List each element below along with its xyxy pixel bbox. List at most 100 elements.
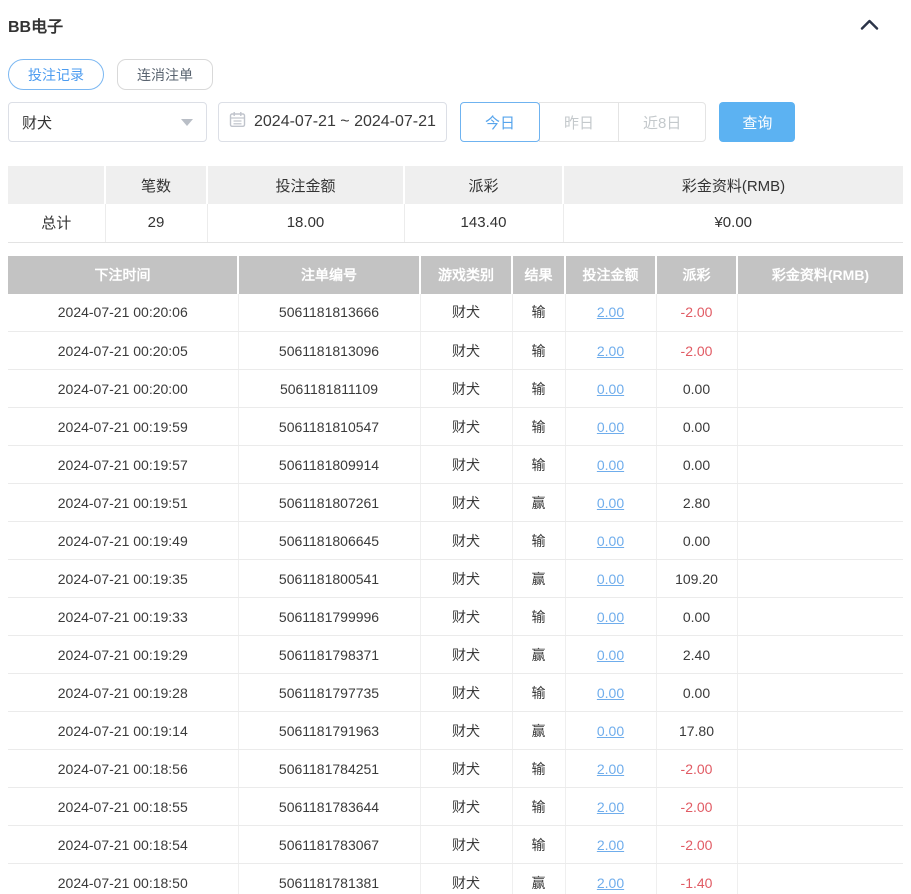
bet-amount-link[interactable]: 2.00 — [597, 799, 624, 815]
summary-total-count: 29 — [105, 204, 208, 243]
cell-result: 输 — [512, 369, 566, 408]
cell-bonus — [737, 863, 903, 894]
cell-game-type: 财犬 — [420, 749, 513, 788]
cell-payout: 0.00 — [656, 407, 738, 446]
bet-amount-link[interactable]: 0.00 — [597, 533, 624, 549]
cell-bet-time: 2024-07-21 00:20:00 — [8, 369, 239, 408]
cell-bet-time: 2024-07-21 00:19:49 — [8, 521, 239, 560]
summary-header-bet-amount: 投注金额 — [207, 166, 405, 204]
bet-amount-link[interactable]: 2.00 — [597, 304, 624, 320]
table-row: 2024-07-21 00:19:28 5061181797735 财犬 输 0… — [8, 673, 903, 712]
cell-game-type: 财犬 — [420, 597, 513, 636]
summary-total-bonus: ¥0.00 — [563, 204, 903, 243]
bet-amount-link[interactable]: 0.00 — [597, 419, 624, 435]
bet-amount-link[interactable]: 0.00 — [597, 381, 624, 397]
summary-header-blank — [8, 166, 106, 204]
quick-date-group: 今日 昨日 近8日 — [460, 102, 707, 142]
cell-game-type: 财犬 — [420, 293, 513, 332]
tab-void-orders[interactable]: 连消注单 — [117, 59, 213, 90]
bet-amount-link[interactable]: 0.00 — [597, 723, 624, 739]
cell-bonus — [737, 483, 903, 522]
cell-order-number: 5061181783067 — [238, 825, 421, 864]
game-select-value: 财犬 — [22, 114, 53, 132]
cell-bonus — [737, 635, 903, 674]
cell-bonus — [737, 445, 903, 484]
cell-payout: 2.40 — [656, 635, 738, 674]
cell-order-number: 5061181791963 — [238, 711, 421, 750]
table-row: 2024-07-21 00:20:06 5061181813666 财犬 输 2… — [8, 293, 903, 332]
filter-bar: 财犬 2024-07-21 ~ 2024-07-21 今日 昨日 近8日 查询 — [8, 102, 903, 142]
chevron-up-icon — [860, 18, 879, 33]
cell-result: 输 — [512, 749, 566, 788]
bet-amount-link[interactable]: 0.00 — [597, 647, 624, 663]
cell-bet-amount: 0.00 — [565, 521, 657, 560]
cell-bet-time: 2024-07-21 00:19:33 — [8, 597, 239, 636]
cell-payout: -2.00 — [656, 787, 738, 826]
bet-amount-link[interactable]: 2.00 — [597, 837, 624, 853]
bet-amount-link[interactable]: 2.00 — [597, 875, 624, 891]
quick-date-today-button[interactable]: 今日 — [460, 102, 541, 142]
cell-bet-time: 2024-07-21 00:19:28 — [8, 673, 239, 712]
cell-bonus — [737, 407, 903, 446]
summary-table: 笔数 投注金额 派彩 彩金资料(RMB) 总计 29 18.00 143.40 … — [8, 166, 903, 243]
game-select[interactable]: 财犬 — [8, 102, 207, 142]
cell-game-type: 财犬 — [420, 521, 513, 560]
cell-order-number: 5061181806645 — [238, 521, 421, 560]
table-row: 2024-07-21 00:19:14 5061181791963 财犬 赢 0… — [8, 711, 903, 750]
table-row: 2024-07-21 00:18:55 5061181783644 财犬 输 2… — [8, 787, 903, 826]
cell-bet-time: 2024-07-21 00:19:59 — [8, 407, 239, 446]
cell-bet-time: 2024-07-21 00:18:55 — [8, 787, 239, 826]
search-button[interactable]: 查询 — [719, 102, 796, 142]
collapse-button[interactable] — [858, 16, 881, 35]
bet-amount-link[interactable]: 2.00 — [597, 343, 624, 359]
bet-amount-link[interactable]: 0.00 — [597, 685, 624, 701]
header-bonus: 彩金资料(RMB) — [737, 255, 903, 294]
tab-bar: 投注记录 连消注单 — [8, 59, 903, 90]
cell-bet-amount: 0.00 — [565, 711, 657, 750]
date-range-input[interactable]: 2024-07-21 ~ 2024-07-21 — [218, 102, 447, 142]
cell-game-type: 财犬 — [420, 635, 513, 674]
cell-game-type: 财犬 — [420, 711, 513, 750]
cell-order-number: 5061181784251 — [238, 749, 421, 788]
quick-date-yesterday-button[interactable]: 昨日 — [539, 102, 620, 142]
cell-payout: -2.00 — [656, 331, 738, 370]
cell-bet-amount: 0.00 — [565, 369, 657, 408]
cell-order-number: 5061181811109 — [238, 369, 421, 408]
cell-bet-time: 2024-07-21 00:19:29 — [8, 635, 239, 674]
table-row: 2024-07-21 00:20:00 5061181811109 财犬 输 0… — [8, 369, 903, 408]
cell-bet-time: 2024-07-21 00:20:06 — [8, 293, 239, 332]
cell-game-type: 财犬 — [420, 369, 513, 408]
cell-result: 输 — [512, 521, 566, 560]
bet-amount-link[interactable]: 2.00 — [597, 761, 624, 777]
cell-result: 输 — [512, 445, 566, 484]
bet-amount-link[interactable]: 0.00 — [597, 571, 624, 587]
cell-payout: 0.00 — [656, 369, 738, 408]
cell-bet-time: 2024-07-21 00:19:14 — [8, 711, 239, 750]
bet-table: 下注时间 注单编号 游戏类别 结果 投注金额 派彩 彩金资料(RMB) 2024… — [8, 255, 903, 894]
cell-order-number: 5061181781381 — [238, 863, 421, 894]
bet-amount-link[interactable]: 0.00 — [597, 609, 624, 625]
cell-payout: -2.00 — [656, 293, 738, 332]
cell-bet-amount: 2.00 — [565, 825, 657, 864]
calendar-icon — [229, 111, 246, 133]
cell-bet-amount: 0.00 — [565, 445, 657, 484]
cell-result: 输 — [512, 293, 566, 332]
cell-result: 输 — [512, 407, 566, 446]
tab-bet-records[interactable]: 投注记录 — [8, 59, 104, 90]
cell-bet-amount: 0.00 — [565, 673, 657, 712]
cell-order-number: 5061181807261 — [238, 483, 421, 522]
table-row: 2024-07-21 00:18:56 5061181784251 财犬 输 2… — [8, 749, 903, 788]
header-bet-amount: 投注金额 — [565, 255, 657, 294]
cell-bonus — [737, 749, 903, 788]
cell-bonus — [737, 293, 903, 332]
quick-date-last8days-button[interactable]: 近8日 — [618, 102, 707, 142]
bet-amount-link[interactable]: 0.00 — [597, 457, 624, 473]
bet-amount-link[interactable]: 0.00 — [597, 495, 624, 511]
table-row: 2024-07-21 00:18:50 5061181781381 财犬 赢 2… — [8, 863, 903, 894]
cell-bet-time: 2024-07-21 00:19:57 — [8, 445, 239, 484]
cell-bonus — [737, 331, 903, 370]
cell-game-type: 财犬 — [420, 673, 513, 712]
table-row: 2024-07-21 00:18:54 5061181783067 财犬 输 2… — [8, 825, 903, 864]
panel-header: BB电子 — [8, 0, 903, 37]
table-row: 2024-07-21 00:19:49 5061181806645 财犬 输 0… — [8, 521, 903, 560]
